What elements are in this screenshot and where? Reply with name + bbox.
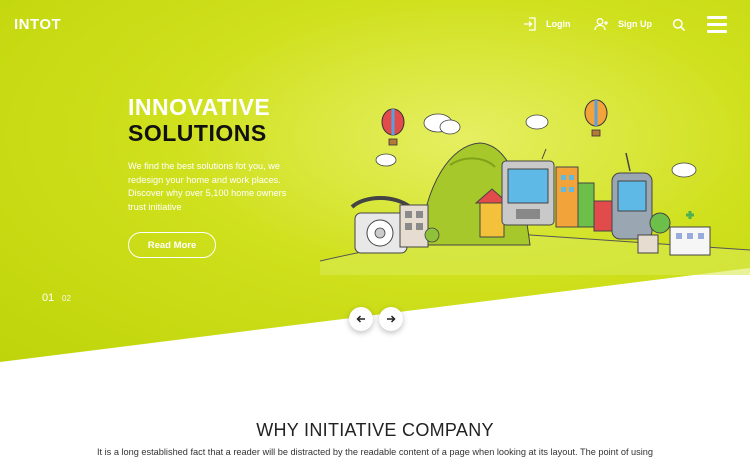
section-lead-text: It is a long established fact that a rea… [96, 447, 654, 457]
signup-label: Sign Up [618, 19, 652, 29]
logo[interactable]: INTOT [14, 16, 61, 33]
login-icon [523, 17, 537, 31]
menu-icon[interactable] [707, 16, 727, 34]
slide-page-1[interactable]: 01 [42, 292, 54, 304]
login-label: Login [546, 19, 571, 29]
tv-icon [501, 148, 555, 226]
arrow-right-icon [387, 315, 396, 323]
next-slide-button[interactable] [379, 307, 403, 331]
balloon-icon [584, 99, 608, 137]
signup-link[interactable]: Sign Up [594, 15, 652, 33]
prev-slide-button[interactable] [349, 307, 373, 331]
hospital-icon [669, 211, 711, 256]
hero-title-line1: INNOVATIVE [128, 94, 271, 120]
hero-title-line2: SOLUTIONS [128, 120, 267, 146]
mobile-phone-icon [611, 152, 653, 240]
hero-description: We find the best solutions fot you, we r… [128, 161, 287, 212]
arrow-left-icon [356, 315, 365, 323]
search-icon[interactable] [672, 18, 688, 34]
read-more-button[interactable]: Read More [128, 232, 216, 258]
section-heading: WHY INITIATIVE COMPANY [256, 420, 494, 440]
city-illustration [320, 99, 750, 275]
balloon-icon [381, 108, 405, 146]
user-plus-icon [594, 17, 609, 31]
top-navbar: INTOT Login Sign Up [0, 0, 750, 50]
slide-page-2[interactable]: 02 [62, 294, 71, 303]
login-link[interactable]: Login [523, 15, 571, 33]
